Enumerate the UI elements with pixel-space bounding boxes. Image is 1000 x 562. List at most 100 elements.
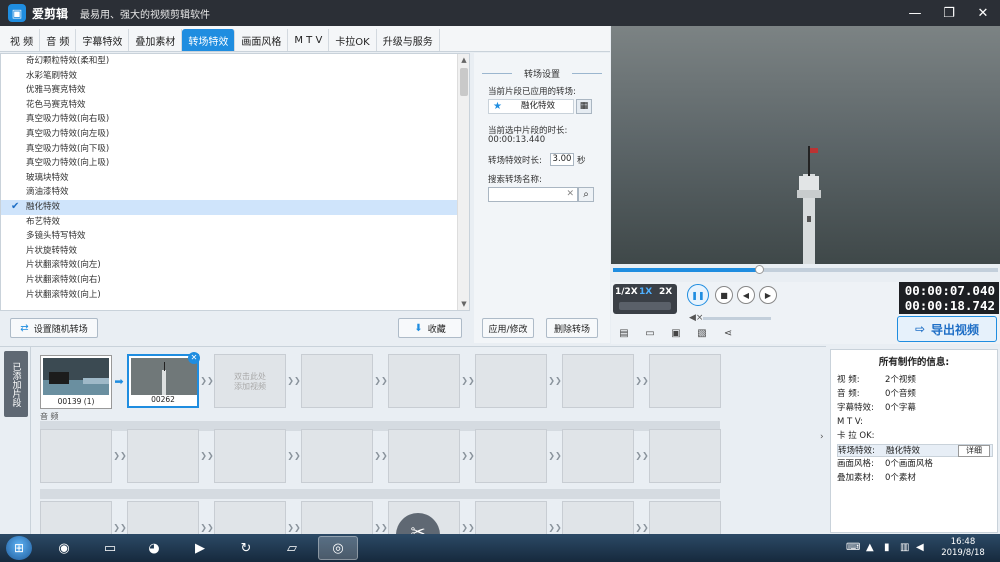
detail-button[interactable]: 详细 xyxy=(958,445,990,457)
save-icon[interactable]: ▣ xyxy=(669,328,683,342)
effect-list-item[interactable]: 奇幻颗粒特效(柔和型) xyxy=(1,54,469,69)
file-explorer-icon[interactable]: ▭ xyxy=(90,536,130,560)
effect-list-item[interactable]: 片状翻滚特效(向上) xyxy=(1,288,469,303)
volume-tray-icon[interactable]: ◀ xyxy=(916,542,924,553)
empty-clip-slot[interactable] xyxy=(301,501,373,534)
export-video-button[interactable]: ⇨ 导出视频 xyxy=(897,316,997,342)
effect-list-item[interactable]: 布艺特效 xyxy=(1,215,469,230)
empty-clip-slot[interactable] xyxy=(301,429,373,483)
empty-clip-slot[interactable] xyxy=(475,501,547,534)
pause-button[interactable]: ❚❚ xyxy=(687,284,709,306)
firefox-icon[interactable]: ◕ xyxy=(134,536,174,560)
close-button[interactable]: ✕ xyxy=(966,0,1000,26)
random-transition-button[interactable]: ⇄ 设置随机转场 xyxy=(10,318,98,338)
refresh-app-icon[interactable]: ↻ xyxy=(226,536,266,560)
empty-clip-slot[interactable] xyxy=(649,501,721,534)
volume-slider[interactable] xyxy=(703,317,771,320)
next-frame-button[interactable]: ▶ xyxy=(759,286,777,304)
empty-clip-slot[interactable] xyxy=(649,429,721,483)
frame-step-bar[interactable] xyxy=(619,302,671,310)
effect-list-item[interactable]: 片状翻滚特效(向左) xyxy=(1,258,469,273)
maximize-button[interactable]: ❐ xyxy=(932,0,966,26)
search-input[interactable]: ✕ xyxy=(488,187,578,202)
clip-thumbnail-selected[interactable]: 00262 xyxy=(127,354,199,408)
speed-option[interactable]: 1/2X xyxy=(615,287,638,297)
scroll-up-icon[interactable]: ▲ xyxy=(458,54,469,66)
empty-clip-slot[interactable] xyxy=(127,501,199,534)
tab-5[interactable]: 画面风格 xyxy=(235,29,289,51)
effect-list-item[interactable]: 片状翻滚特效(向右) xyxy=(1,273,469,288)
tab-1[interactable]: 音 频 xyxy=(40,29,77,51)
remove-clip-icon[interactable]: ✕ xyxy=(188,352,200,364)
seek-knob[interactable] xyxy=(755,265,765,274)
stop-button[interactable]: ■ xyxy=(715,286,733,304)
minimize-button[interactable]: — xyxy=(898,0,932,26)
empty-clip-slot[interactable] xyxy=(388,354,460,408)
delete-transition-button[interactable]: 删除转场 xyxy=(546,318,598,338)
empty-clip-slot[interactable] xyxy=(475,429,547,483)
search-icon[interactable]: ⌕ xyxy=(578,187,594,202)
prev-frame-button[interactable]: ◀ xyxy=(737,286,755,304)
tab-7[interactable]: 卡拉OK xyxy=(329,29,377,51)
book-app-icon[interactable]: ▱ xyxy=(272,536,312,560)
effect-list-item[interactable]: 真空吸力特效(向右吸) xyxy=(1,112,469,127)
empty-clip-slot[interactable] xyxy=(562,429,634,483)
ai-editor-icon[interactable]: ◎ xyxy=(318,536,358,560)
security-icon[interactable]: ▮ xyxy=(884,542,890,553)
empty-clip-slot[interactable] xyxy=(475,354,547,408)
effect-list-item[interactable]: 片状旋转特效 xyxy=(1,244,469,259)
empty-clip-slot[interactable] xyxy=(562,354,634,408)
tab-0[interactable]: 视 频 xyxy=(4,29,41,51)
speed-option[interactable]: 1X xyxy=(639,287,652,297)
effect-duration-input[interactable]: 3.00 xyxy=(550,153,574,166)
empty-clip-slot[interactable]: 双击此处 添加视频 xyxy=(214,354,286,408)
empty-clip-slot[interactable] xyxy=(388,429,460,483)
network-icon[interactable]: ▥ xyxy=(900,542,909,553)
empty-clip-slot[interactable] xyxy=(562,501,634,534)
scroll-down-icon[interactable]: ▼ xyxy=(458,298,469,310)
effect-list-item[interactable]: ✔ 融化特效 xyxy=(1,199,469,215)
seek-bar[interactable] xyxy=(611,264,1000,282)
effect-list-scrollbar[interactable]: ▲ ▼ xyxy=(457,54,469,310)
tab-4[interactable]: 转场特效 xyxy=(182,29,236,51)
effect-list-item[interactable]: 水彩笔刷特效 xyxy=(1,69,469,84)
start-button[interactable]: ⊞ xyxy=(6,536,32,560)
clock[interactable]: 16:48 2019/8/18 xyxy=(930,537,996,559)
empty-clip-slot[interactable] xyxy=(40,429,112,483)
volume-icon[interactable]: ◀× xyxy=(689,313,703,323)
save-as-icon[interactable]: ▧ xyxy=(695,328,709,342)
collapse-panel-icon[interactable]: › xyxy=(820,432,824,442)
effect-list-item[interactable]: 真空吸力特效(向左吸) xyxy=(1,127,469,142)
empty-clip-slot[interactable] xyxy=(40,501,112,534)
tab-3[interactable]: 叠加素材 xyxy=(129,29,183,51)
speed-option[interactable]: 2X xyxy=(659,287,672,297)
tab-6[interactable]: M T V xyxy=(288,29,330,51)
new-project-icon[interactable]: ▤ xyxy=(617,328,631,342)
scroll-thumb[interactable] xyxy=(460,68,468,96)
effect-list-item[interactable]: 滴油漆特效 xyxy=(1,185,469,200)
favorite-button[interactable]: ⬇ 收藏 xyxy=(398,318,462,338)
effect-list-item[interactable]: 花色马赛克特效 xyxy=(1,98,469,113)
open-folder-icon[interactable]: ▭ xyxy=(643,328,657,342)
clear-icon[interactable]: ✕ xyxy=(566,189,574,199)
empty-clip-slot[interactable] xyxy=(649,354,721,408)
empty-clip-slot[interactable] xyxy=(127,429,199,483)
media-player-icon[interactable]: ◉ xyxy=(44,536,84,560)
tab-8[interactable]: 升级与服务 xyxy=(377,29,440,51)
transition-preview-icon[interactable]: ▦ xyxy=(576,99,592,114)
empty-clip-slot[interactable] xyxy=(214,429,286,483)
empty-clip-slot[interactable] xyxy=(301,354,373,408)
tab-2[interactable]: 字幕特效 xyxy=(76,29,130,51)
effect-list-item[interactable]: 真空吸力特效(向下吸) xyxy=(1,142,469,157)
empty-clip-slot[interactable] xyxy=(214,501,286,534)
apply-transition-button[interactable]: 应用/修改 xyxy=(482,318,534,338)
share-icon[interactable]: ⋖ xyxy=(721,328,735,342)
keyboard-icon[interactable]: ⌨ xyxy=(846,542,860,553)
effect-list-item[interactable]: 玻璃块特效 xyxy=(1,171,469,186)
clip-thumbnail[interactable]: 00139 (1) xyxy=(40,355,112,409)
effect-list-item[interactable]: 多镜头特写特效 xyxy=(1,229,469,244)
effect-list-item[interactable]: 优雅马赛克特效 xyxy=(1,83,469,98)
video-preview[interactable] xyxy=(611,26,1000,264)
video-app-icon[interactable]: ▶ xyxy=(180,536,220,560)
tray-expand-icon[interactable]: ▲ xyxy=(866,542,874,553)
